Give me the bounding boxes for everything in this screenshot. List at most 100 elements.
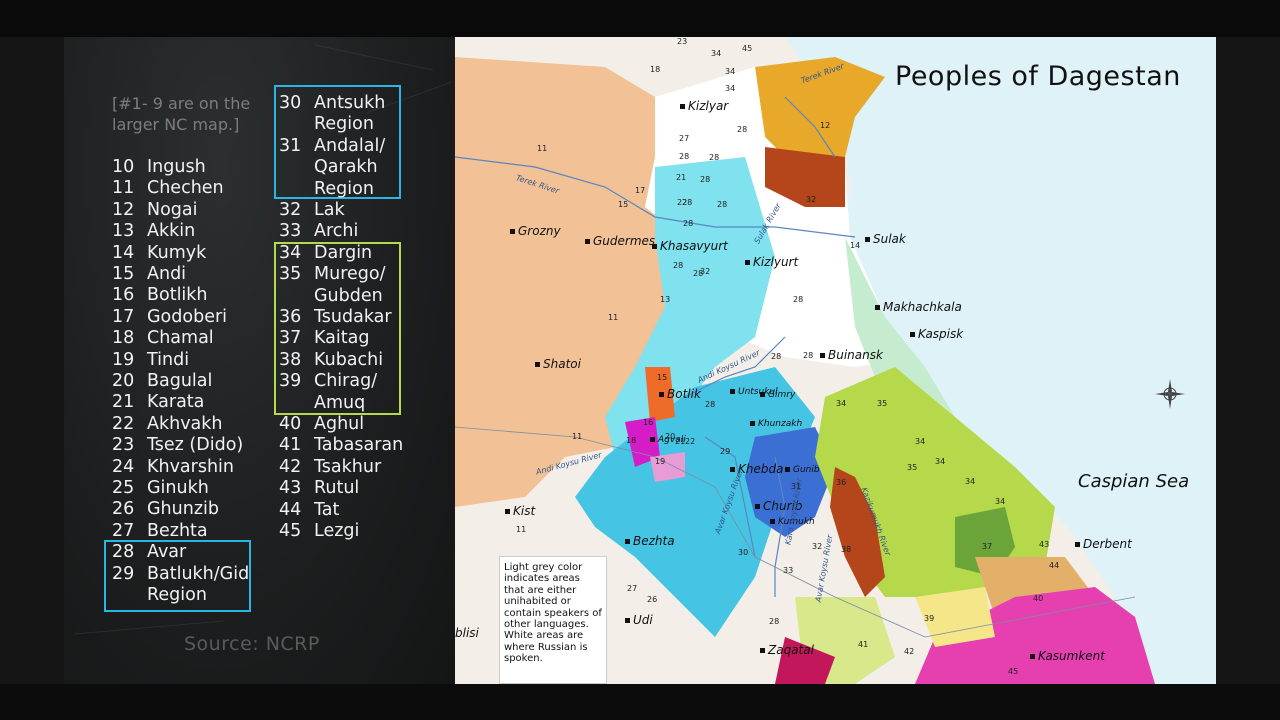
legend-entry-number: 28 — [112, 542, 135, 563]
region-number-label: 13 — [660, 295, 671, 304]
legend-entry-number: 19 — [112, 349, 135, 370]
legend-entry-name: Tsakhur — [314, 456, 382, 477]
city-marker-icon — [652, 244, 657, 249]
legend-entry-name: Ghunzib — [147, 499, 219, 520]
city-label: Zaqatal — [760, 643, 814, 657]
region-number-label: 34 — [711, 49, 722, 58]
region-number-label: 28 — [769, 617, 780, 626]
region-number-label: 38 — [841, 545, 852, 554]
city-label: Bezhta — [625, 534, 675, 548]
city-name: Kizlyar — [688, 99, 729, 113]
legend-entry-continuation: Qarakh — [314, 157, 378, 178]
region-number-label: 34 — [965, 477, 976, 486]
region-number-label: 19 — [655, 457, 666, 466]
legend-entry-name: Tabasaran — [314, 435, 404, 456]
legend-entry: 30 Antsukh Region — [279, 93, 385, 136]
city-name: Gudermes — [593, 234, 656, 248]
legend-entry-number: 45 — [279, 521, 302, 541]
legend-entry-name: Khvarshin — [147, 456, 235, 477]
city-label: Kizlyar — [680, 99, 728, 113]
city-marker-icon — [910, 332, 915, 337]
city-label: Shatoi — [535, 357, 581, 371]
map-note: Light grey color indicates areas that ar… — [499, 556, 607, 684]
region-number-label: 28 — [793, 295, 804, 304]
legend-entry-number: 32 — [279, 200, 302, 220]
city-name: Shatoi — [543, 357, 581, 371]
legend-entry-name: Lak — [314, 200, 345, 220]
legend-entry-name: Chechen — [147, 178, 224, 199]
region-number-label: 11 — [608, 313, 619, 322]
region-number-label: 20 — [665, 432, 676, 441]
legend-entry: 39 Chirag/Amuq — [279, 371, 377, 414]
city-marker-icon — [750, 421, 755, 426]
city-label: Sulak — [865, 232, 906, 246]
region-number-label: 34 — [725, 84, 736, 93]
legend-entry: 34 Dargin — [279, 243, 372, 264]
legend-entry-name: Kubachi — [314, 349, 384, 370]
legend-entry: 28 Avar — [112, 542, 186, 563]
legend-entry-name: Botlikh — [147, 285, 208, 306]
legend-entry: 17 Godoberi — [112, 307, 227, 328]
legend-entry: 10 Ingush — [112, 157, 206, 178]
legend-entry-number: 13 — [112, 221, 135, 242]
city-name: Khasavyurt — [660, 239, 728, 253]
city-marker-icon — [510, 229, 515, 234]
region-number-label: 18 — [650, 65, 661, 74]
legend-entry-name: Kaitag — [314, 328, 370, 349]
city-name: Gimry — [768, 390, 796, 400]
legend-entry-name: Aghul — [314, 414, 365, 434]
legend-entry: 33 Archi — [279, 221, 358, 242]
city-name: Kaspisk — [918, 327, 964, 341]
legend-entry: 12 Nogai — [112, 200, 198, 221]
region-number-label: 21 — [676, 173, 687, 182]
region-number-label: 22 — [677, 198, 688, 207]
legend-entry-number: 38 — [279, 349, 302, 370]
legend-entry-name: Nogai — [147, 199, 198, 220]
legend-entry-name: Tsez (Dido) — [147, 435, 244, 456]
legend-entry-name: Archi — [314, 221, 359, 242]
legend-entry-name: Kumyk — [147, 242, 207, 263]
legend-entry-number: 21 — [112, 392, 135, 413]
legend-entry: 38 Kubachi — [279, 350, 383, 371]
city-marker-icon — [820, 353, 825, 358]
city-name: Buinansk — [828, 348, 883, 362]
region-number-label: 28 — [673, 261, 684, 270]
legend-entry-number: 41 — [279, 435, 302, 456]
legend-entry-name: Andi — [147, 264, 187, 284]
region-number-label: 28 — [709, 153, 720, 162]
city-marker-icon — [680, 104, 685, 109]
city-name: Botlik — [667, 387, 701, 401]
legend-entry: 27 Bezhta — [112, 521, 208, 542]
legend-note: [#1- 9 are on the larger NC map.] — [112, 94, 251, 134]
region-number-label: 35 — [877, 399, 888, 408]
region-number-label: 34 — [725, 67, 736, 76]
legend-entry-name: Bezhta — [147, 520, 208, 541]
city-label: Grozny — [510, 224, 561, 238]
region-number-label: 11 — [572, 432, 583, 441]
legend-entry-name: Tsudakar — [314, 307, 392, 327]
legend-entry: 32 Lak — [279, 200, 345, 221]
legend-entry-number: 40 — [279, 414, 302, 434]
region-number-label: 28 — [803, 351, 814, 360]
city-name: Zaqatal — [768, 643, 814, 657]
region-number-label: 28 — [700, 175, 711, 184]
city-name: Grozny — [518, 224, 561, 238]
legend-entry: 22 Akhvakh — [112, 414, 223, 435]
legend-entry: 36 Tsudakar — [279, 307, 392, 328]
city-name: Kizlyurt — [753, 255, 799, 269]
region-number-label: 11 — [537, 144, 548, 153]
region-number-label: 11 — [516, 525, 527, 534]
region-number-label: 12 — [820, 121, 831, 130]
legend-entry: 29 Batlukh/Gid Region — [112, 564, 249, 607]
region-number-label: 45 — [742, 44, 753, 53]
legend-panel: [#1- 9 are on the larger NC map.] Source… — [64, 37, 455, 684]
region-number-label: 32 — [806, 195, 817, 204]
city-label: Buinansk — [820, 348, 883, 362]
legend-entry-name: Godoberi — [147, 306, 228, 327]
city-marker-icon — [745, 260, 750, 265]
city-marker-icon — [755, 504, 760, 509]
region-number-label: 30 — [738, 548, 749, 557]
legend-entry-name: Antsukh — [314, 93, 386, 113]
legend-entry-number: 36 — [279, 307, 302, 327]
legend-entry-number: 33 — [279, 221, 302, 242]
